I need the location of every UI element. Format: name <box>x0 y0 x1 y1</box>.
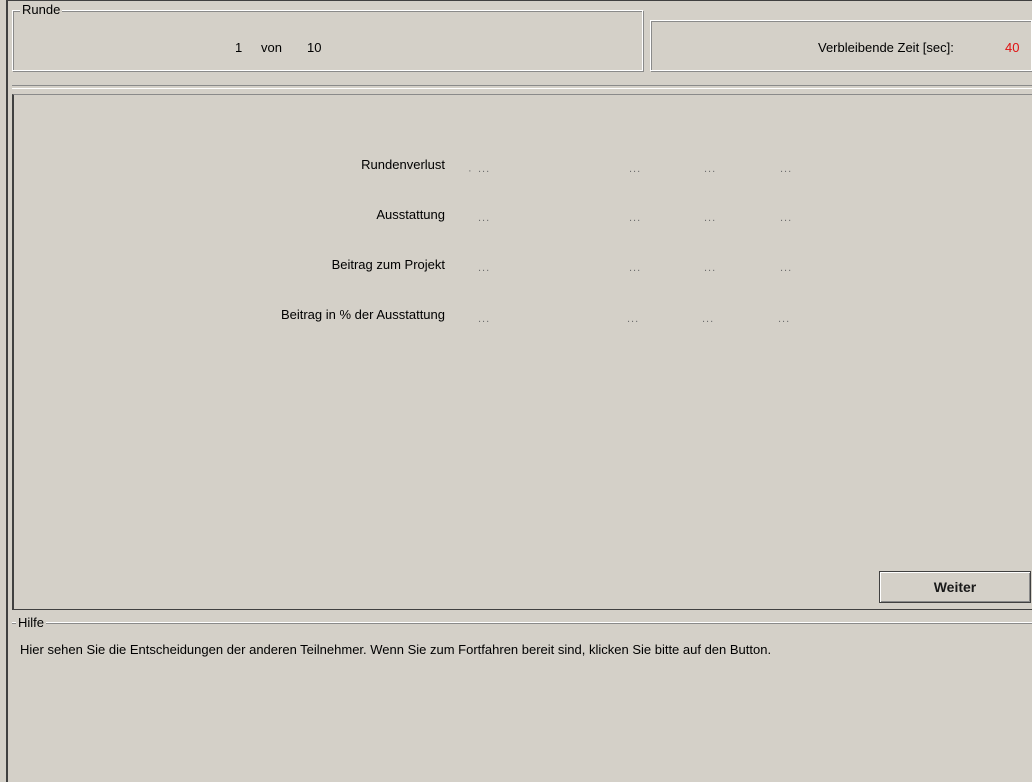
row-label-ausstattung: Ausstattung <box>376 207 445 222</box>
row-label-beitrag-prozent: Beitrag in % der Ausstattung <box>280 307 445 322</box>
cell-value: ... <box>629 163 642 175</box>
top-divider <box>12 85 1032 89</box>
cell-value: ... <box>478 313 491 325</box>
cell-value: ... <box>704 163 717 175</box>
cell-value: ... <box>704 212 717 224</box>
round-current-number: 1 <box>235 40 243 55</box>
cell-value: ... <box>778 313 791 325</box>
cell-value: ... <box>478 163 491 175</box>
cell-value: ... <box>704 262 717 274</box>
help-legend: Hilfe <box>16 615 47 630</box>
remaining-time-label: Verbleibende Zeit [sec]: <box>818 40 954 55</box>
round-panel <box>12 10 643 71</box>
cell-value: ... <box>702 313 715 325</box>
cell-value: ... <box>780 262 793 274</box>
cell-value: ... <box>780 163 793 175</box>
cell-value: ... <box>629 212 642 224</box>
cell-value: ... <box>478 212 491 224</box>
round-total-number: 10 <box>307 40 322 55</box>
row-dot-marker: · <box>468 165 473 177</box>
row-label-rundenverlust: Rundenverlust <box>361 157 445 172</box>
remaining-time-value: 40 <box>1005 40 1020 55</box>
cell-value: ... <box>780 212 793 224</box>
cell-value: ... <box>627 313 640 325</box>
round-of-label: von <box>261 40 282 55</box>
round-legend: Runde <box>20 2 63 17</box>
next-button[interactable]: Weiter <box>879 571 1031 603</box>
cell-value: ... <box>478 262 491 274</box>
row-label-beitrag-projekt: Beitrag zum Projekt <box>331 257 445 272</box>
help-text: Hier sehen Sie die Entscheidungen der an… <box>20 642 772 657</box>
cell-value: ... <box>629 262 642 274</box>
